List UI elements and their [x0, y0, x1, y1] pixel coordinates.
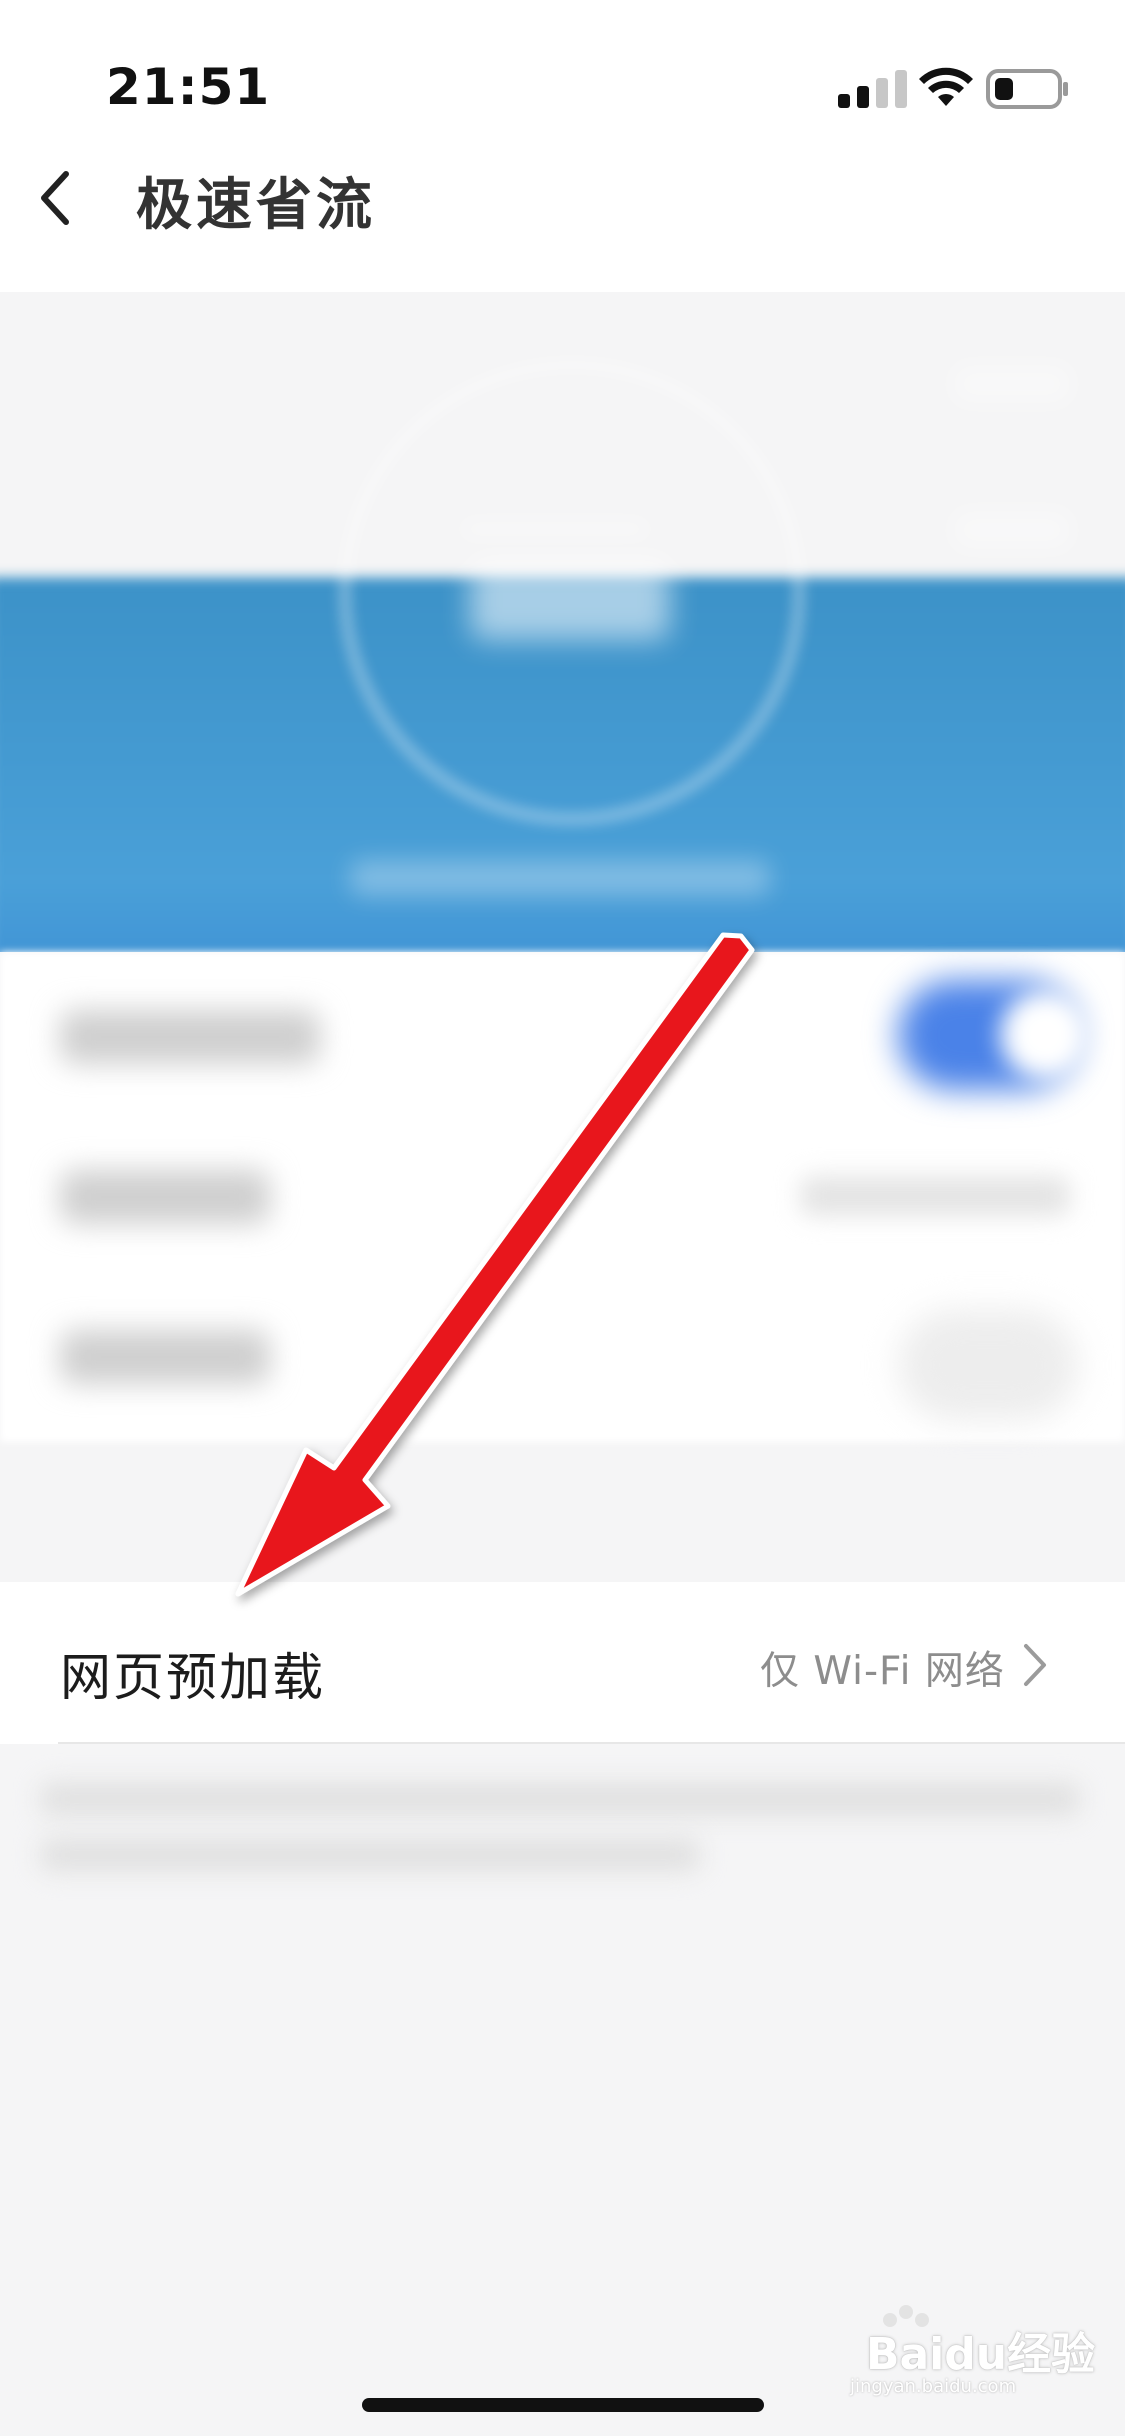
row-divider	[58, 1742, 1125, 1744]
home-indicator[interactable]	[362, 2398, 764, 2412]
blurred-row-label	[60, 1330, 270, 1384]
page-title: 极速省流	[136, 173, 376, 238]
battery-icon	[986, 69, 1068, 109]
blurred-description	[40, 1782, 1080, 1816]
watermark-text: Baidu经验	[866, 2329, 1096, 2380]
blurred-ring-caption	[460, 520, 650, 538]
blurred-hero-label	[952, 510, 1072, 550]
chevron-right-icon	[1024, 1644, 1046, 1686]
blurred-description	[40, 1838, 700, 1872]
status-time: 21:51	[106, 58, 271, 116]
blurred-row-value	[800, 1176, 1070, 1216]
blurred-toggle	[898, 1310, 1078, 1420]
blurred-ring-value	[470, 560, 670, 640]
web-preload-value: 仅 Wi-Fi 网络	[760, 1649, 1005, 1694]
blurred-hero-caption	[350, 860, 770, 896]
web-preload-label: 网页预加载	[60, 1649, 326, 1708]
wifi-icon	[919, 67, 973, 106]
blurred-hero-label	[952, 364, 1072, 404]
blurred-row-label	[60, 1010, 320, 1064]
watermark-subtext: jingyan.baidu.com	[850, 2376, 1017, 2397]
status-bar: 21:51	[0, 0, 1125, 150]
back-icon[interactable]	[36, 168, 76, 228]
blurred-toggle-knob	[1000, 990, 1090, 1080]
blurred-row-label	[60, 1170, 270, 1224]
cellular-signal-icon	[838, 70, 910, 108]
